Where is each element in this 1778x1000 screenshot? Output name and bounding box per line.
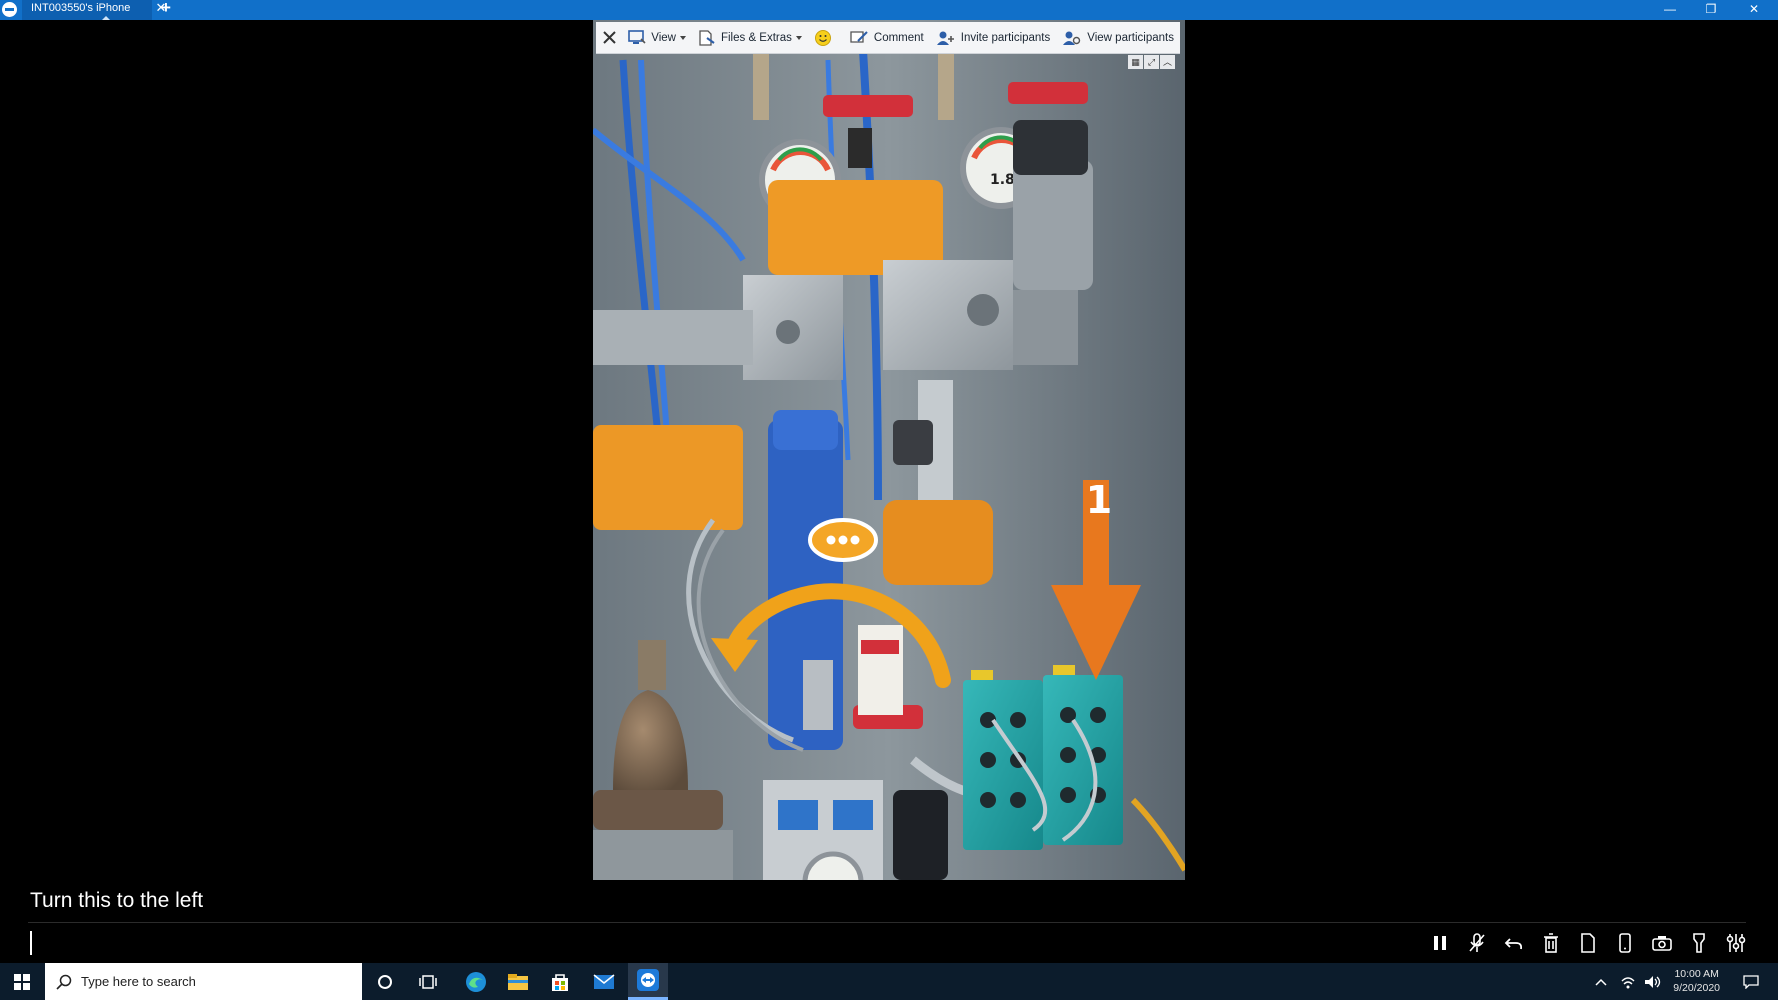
session-tab-title: INT003550's iPhone [31,2,131,14]
ar-annotation-layer [711,480,1141,688]
window-close-button[interactable]: ✕ [1735,0,1773,20]
windows-logo-icon [14,974,30,990]
task-view-icon[interactable] [408,963,448,1000]
rotate-left-curve-arrow [725,583,951,688]
comment-button[interactable]: Comment [843,22,930,54]
clock-time: 10:00 AM [1674,968,1719,980]
close-session-button[interactable] [596,22,622,54]
view-menu-label: View [651,31,676,44]
grid-icon[interactable]: ▦ [1128,55,1143,69]
windows-taskbar: Type here to search 10:00 AM 9/20/2020 [0,963,1778,1000]
chat-input-cursor[interactable] [30,931,32,955]
flashlight-icon[interactable] [1687,930,1711,956]
session-tab[interactable]: INT003550's iPhone ✕ [22,0,166,20]
document-icon[interactable] [1576,930,1600,956]
taskbar-clock[interactable]: 10:00 AM 9/20/2020 [1673,967,1720,995]
pause-icon[interactable] [1428,930,1452,956]
participants-icon [1063,31,1081,45]
add-user-icon [936,31,954,45]
clock-date: 9/20/2020 [1673,982,1720,994]
chevron-down-icon [795,35,802,40]
files-extras-label: Files & Extras [720,31,792,44]
monitor-icon [628,29,646,44]
microphone-muted-icon[interactable] [1465,930,1489,956]
settings-sliders-icon[interactable] [1724,930,1748,956]
close-icon [602,31,616,44]
windows-start-button[interactable] [14,974,30,995]
edge-browser-icon[interactable] [456,963,496,1000]
phone-icon[interactable] [1613,930,1637,956]
notification-center-icon[interactable] [1738,963,1764,1000]
files-icon [699,29,715,46]
undo-icon[interactable] [1502,930,1526,956]
collapse-toolbar-icon[interactable]: ︿ [1160,55,1175,69]
camera-icon[interactable] [1650,930,1674,956]
rotate-left-arrowhead [711,638,758,672]
cortana-icon[interactable] [365,963,405,1000]
store-icon[interactable] [540,963,580,1000]
invite-participants-button[interactable]: Invite participants [930,22,1057,54]
mail-icon[interactable] [584,963,624,1000]
invite-participants-label: Invite participants [960,31,1051,44]
view-participants-label: View participants [1087,31,1174,44]
chat-message: Turn this to the left [30,889,204,912]
files-extras-menu[interactable]: Files & Extras [692,22,808,54]
taskbar-search-box[interactable]: Type here to search [45,963,362,1000]
session-toolbar: View Files & Extras Comment Invite parti… [596,22,1180,54]
chevron-down-icon [679,35,686,40]
teamviewer-logo-icon [2,2,17,17]
view-participants-button[interactable]: View participants [1056,22,1180,54]
window-titlebar: INT003550's iPhone ✕ + — ❐ ✕ [0,0,1778,20]
emoji-button[interactable] [808,22,843,54]
comment-icon [850,30,868,43]
search-icon [56,974,72,990]
remote-camera-feed[interactable]: 1.8 1.8 [593,20,1185,880]
file-explorer-icon[interactable] [498,963,538,1000]
orange-arrow-head [1051,585,1141,680]
volume-icon[interactable] [1642,963,1664,1000]
search-placeholder: Type here to search [81,974,196,989]
minimize-button[interactable]: — [1651,0,1689,20]
view-menu[interactable]: View [622,22,692,54]
session-tools [1428,930,1748,956]
show-hidden-icons-chevron-icon[interactable] [1591,963,1611,1000]
tab-active-indicator [102,16,110,20]
step-number-label: 1 [1085,478,1113,522]
new-tab-button[interactable]: + [161,0,171,18]
restore-button[interactable]: ❐ [1692,0,1730,20]
network-wifi-icon[interactable] [1617,963,1639,1000]
trash-icon[interactable] [1539,930,1563,956]
comment-label: Comment [873,31,924,44]
fullscreen-icon[interactable]: ⤢ [1144,55,1159,69]
smiley-icon [814,29,831,46]
teamviewer-taskbar-icon[interactable] [628,963,668,1000]
chat-divider [28,922,1746,923]
